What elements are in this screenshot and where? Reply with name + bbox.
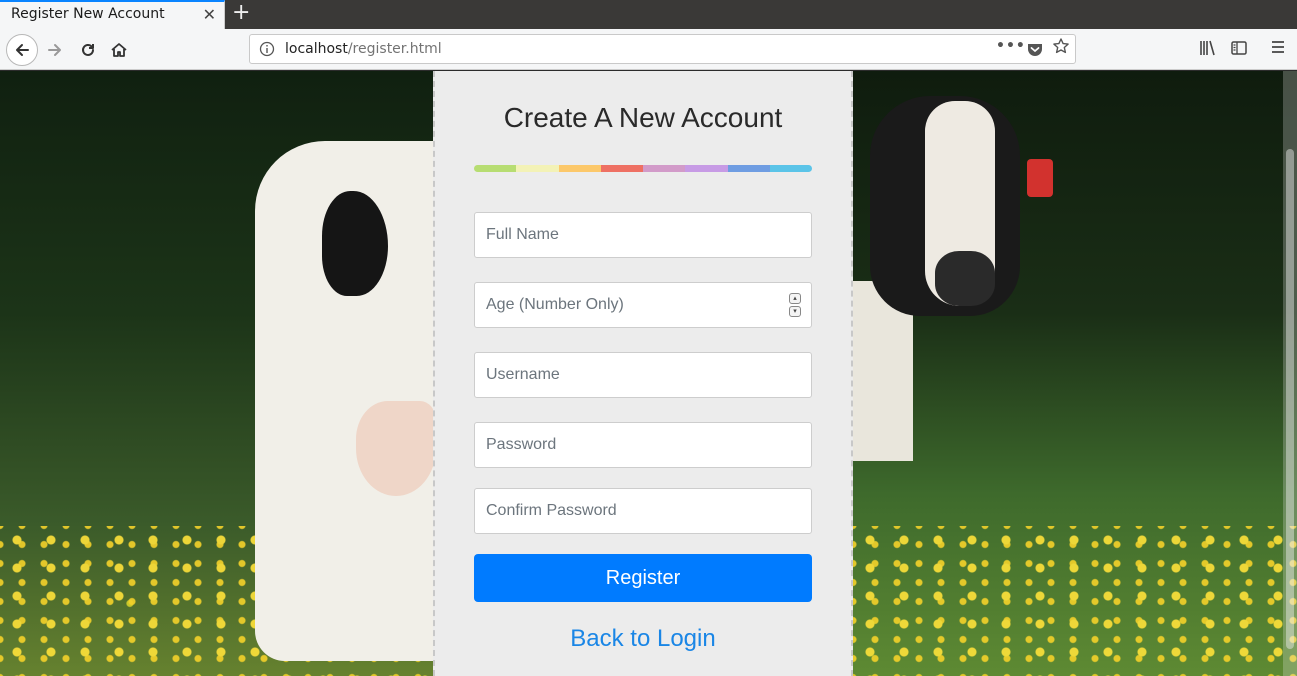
tab-register[interactable]: Register New Account ✕: [0, 0, 225, 29]
tab-title: Register New Account: [11, 6, 165, 22]
url-text[interactable]: localhost/register.html: [285, 41, 442, 57]
stepper-up-icon[interactable]: ▴: [789, 293, 801, 304]
home-button[interactable]: [104, 35, 134, 65]
url-bar[interactable]: localhost/register.html •••: [249, 34, 1076, 64]
stepper-down-icon[interactable]: ▾: [789, 306, 801, 317]
rainbow-divider: [474, 165, 812, 172]
username-placeholder: Username: [486, 366, 560, 383]
rainbow-segment: [516, 165, 559, 172]
pocket-icon[interactable]: [1026, 40, 1044, 58]
dandelion-field-right: [853, 526, 1297, 676]
register-panel: Create A New Account Full Name Age (Numb…: [433, 71, 853, 676]
menu-icon[interactable]: [1270, 39, 1286, 55]
full-name-placeholder: Full Name: [486, 226, 559, 243]
reload-icon: [82, 43, 94, 56]
rainbow-segment: [685, 165, 728, 172]
rainbow-segment: [474, 165, 517, 172]
scrollbar-thumb[interactable]: [1286, 149, 1294, 649]
rainbow-segment: [769, 165, 812, 172]
password-input[interactable]: Password: [474, 422, 812, 468]
rainbow-segment: [727, 165, 770, 172]
close-icon[interactable]: ✕: [203, 5, 216, 25]
info-icon[interactable]: [259, 41, 275, 57]
back-to-login-link[interactable]: Back to Login: [435, 625, 851, 653]
page-actions-icon[interactable]: •••: [996, 38, 1026, 54]
forward-button[interactable]: [40, 35, 70, 65]
age-input[interactable]: Age (Number Only) ▴ ▾: [474, 282, 812, 328]
url-host: localhost: [285, 41, 348, 57]
ear-tag: [1027, 159, 1053, 197]
back-button[interactable]: [6, 34, 38, 66]
sidebar-icon[interactable]: [1230, 39, 1248, 57]
confirm-password-placeholder: Confirm Password: [486, 502, 617, 519]
home-icon: [111, 43, 127, 57]
nav-bar: localhost/register.html •••: [0, 29, 1297, 70]
new-tab-icon[interactable]: +: [232, 1, 250, 25]
url-path: /register.html: [347, 41, 442, 57]
age-stepper[interactable]: ▴ ▾: [789, 293, 801, 317]
page-content: Create A New Account Full Name Age (Numb…: [0, 71, 1297, 676]
username-input[interactable]: Username: [474, 352, 812, 398]
rainbow-segment: [600, 165, 643, 172]
forward-icon: [48, 44, 61, 56]
confirm-password-input[interactable]: Confirm Password: [474, 488, 812, 534]
scrollbar[interactable]: [1283, 71, 1297, 676]
password-placeholder: Password: [486, 436, 557, 453]
reload-button[interactable]: [73, 35, 103, 65]
cow-muzzle: [935, 251, 995, 306]
cow-udder: [356, 401, 436, 496]
tab-strip: Register New Account ✕ +: [0, 0, 1297, 29]
cow-spot: [322, 191, 388, 296]
register-button[interactable]: Register: [474, 554, 812, 602]
age-placeholder: Age (Number Only): [486, 296, 624, 313]
star-icon[interactable]: [1052, 37, 1070, 55]
rainbow-segment: [558, 165, 601, 172]
library-icon[interactable]: [1199, 39, 1217, 57]
rainbow-segment: [643, 165, 686, 172]
back-icon: [16, 44, 29, 56]
full-name-input[interactable]: Full Name: [474, 212, 812, 258]
page-title: Create A New Account: [503, 102, 783, 133]
